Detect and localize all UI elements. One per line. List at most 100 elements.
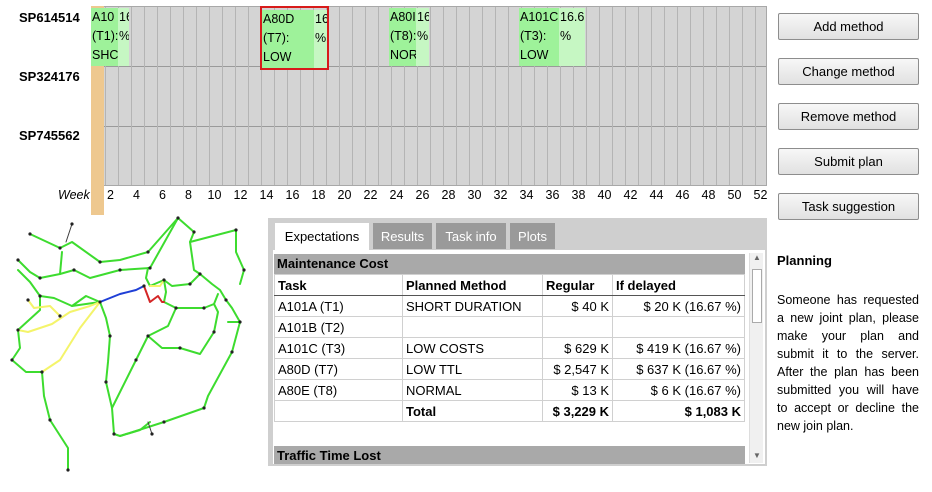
tab-expectations[interactable]: Expectations [275, 223, 369, 250]
cell-total-delayed: $ 1,083 K [612, 400, 745, 422]
cell-task: A80D (T7) [274, 358, 403, 380]
week-column-line [742, 7, 743, 185]
cell-task: A101C (T3) [274, 337, 403, 359]
week-tick-label: 48 [701, 188, 716, 202]
change-method-button[interactable]: Change method [778, 58, 919, 85]
maintenance-cost-heading: Maintenance Cost [274, 254, 745, 274]
week-column-line [443, 7, 444, 185]
week-tick-label: 4 [133, 188, 140, 202]
traffic-time-lost-heading: Traffic Time Lost [274, 446, 745, 464]
vertical-scrollbar[interactable]: ▲ ▼ [749, 253, 763, 463]
road-network-map[interactable] [0, 212, 262, 478]
road-segment[interactable] [65, 223, 73, 243]
task-suggestion-button[interactable]: Task suggestion [778, 193, 919, 220]
week-column-line [157, 7, 158, 185]
add-method-button[interactable]: Add method [778, 13, 919, 40]
week-tick-label: 40 [597, 188, 612, 202]
cell-method: LOW COSTS [402, 337, 543, 359]
table-row[interactable]: A101B (T2) [274, 316, 745, 338]
column-header: Regular [542, 274, 613, 296]
table-row[interactable]: A80D (T7) LOW TTL $ 2,547 K $ 637 K (16.… [274, 358, 745, 380]
road-segment[interactable] [189, 241, 241, 323]
table-header-row: Task Planned Method Regular If delayed [274, 274, 745, 296]
cell-delayed: $ 6 K (16.67 %) [612, 379, 745, 401]
week-column-line [651, 7, 652, 185]
tab-results[interactable]: Results [373, 223, 432, 249]
week-tick-label: 24 [389, 188, 404, 202]
cell-delayed [612, 316, 745, 338]
submit-plan-button[interactable]: Submit plan [778, 148, 919, 175]
week-axis-label: Week [58, 188, 90, 202]
row-label-sp745562: SP745562 [19, 128, 80, 143]
week-tick-label: 20 [337, 188, 352, 202]
week-column-line [131, 7, 132, 185]
task-name: A80I (T8): NOR [389, 8, 418, 66]
week-axis: Week 2 4 6 8 10 12 14 16 18 20 22 24 26 28 30 32 34 36 38 4… [0, 188, 780, 204]
week-column-line [378, 7, 379, 185]
table-row[interactable]: A101A (T1) SHORT DURATION $ 40 K $ 20 K … [274, 295, 745, 317]
week-column-line [235, 7, 236, 185]
week-column-line [612, 7, 613, 185]
week-column-line [482, 7, 483, 185]
road-segment[interactable] [27, 299, 61, 317]
road-segment[interactable] [59, 251, 63, 275]
week-tick-label: 14 [259, 188, 274, 202]
week-column-line [352, 7, 353, 185]
task-block-a80e[interactable]: A80I (T8): NOR 16 % [389, 6, 429, 66]
table-row[interactable]: A80E (T8) NORMAL $ 13 K $ 6 K (16.67 %) [274, 379, 745, 401]
table-row[interactable]: A101C (T3) LOW COSTS $ 629 K $ 419 K (16… [274, 337, 745, 359]
week-tick-label: 32 [493, 188, 508, 202]
road-segment[interactable] [145, 267, 201, 287]
week-column-line [677, 7, 678, 185]
scroll-down-icon[interactable]: ▼ [750, 451, 764, 463]
column-header: If delayed [612, 274, 745, 296]
week-column-line [144, 7, 145, 185]
tab-task-info[interactable]: Task info [436, 223, 506, 249]
week-column-line [430, 7, 431, 185]
planning-message: Someone has requested a new joint plan, … [777, 293, 919, 433]
road-segment[interactable] [119, 421, 151, 437]
column-header: Planned Method [402, 274, 543, 296]
gantt-chart[interactable] [91, 6, 767, 186]
week-tick-label: 22 [363, 188, 378, 202]
week-column-line [248, 7, 249, 185]
cell-regular [542, 316, 613, 338]
week-tick-label: 36 [545, 188, 560, 202]
column-header: Task [274, 274, 403, 296]
road-segment[interactable] [147, 303, 219, 355]
road-segment[interactable] [147, 421, 153, 435]
task-block-a101a[interactable]: A10 (T1): SHC DUR 16 % [91, 6, 129, 66]
task-block-a80d-selected[interactable]: A80D (T7): LOW TTL 16 % [260, 6, 329, 70]
week-column-line [625, 7, 626, 185]
road-segment[interactable] [17, 217, 179, 279]
road-segment[interactable] [143, 285, 165, 303]
cell-delayed: $ 20 K (16.67 %) [612, 295, 745, 317]
task-name: A80D (T7): LOW TTL [262, 10, 314, 68]
cell-delayed: $ 419 K (16.67 %) [612, 337, 745, 359]
planning-title: Planning [777, 253, 832, 268]
week-column-line [508, 7, 509, 185]
row-label-sp614514: SP614514 [19, 10, 80, 25]
remove-method-button[interactable]: Remove method [778, 103, 919, 130]
cell-total-regular: $ 3,229 K [542, 400, 613, 422]
scrollbar-thumb[interactable] [752, 269, 762, 323]
road-segment[interactable] [99, 285, 145, 303]
week-column-line [170, 7, 171, 185]
week-tick-label: 12 [233, 188, 248, 202]
week-column-line [469, 7, 470, 185]
scroll-up-icon[interactable]: ▲ [750, 253, 764, 265]
week-tick-label: 30 [467, 188, 482, 202]
week-column-line [729, 7, 730, 185]
week-column-line [222, 7, 223, 185]
tab-plots[interactable]: Plots [510, 223, 555, 249]
cell-regular: $ 40 K [542, 295, 613, 317]
task-block-a101c[interactable]: A101C (T3): LOW COST 16.6 % [519, 6, 585, 66]
road-segment[interactable] [111, 307, 177, 409]
cell-method: SHORT DURATION [402, 295, 543, 317]
week-tick-label: 52 [753, 188, 768, 202]
maintenance-cost-table: Task Planned Method Regular If delayed A… [274, 274, 745, 422]
task-percent: 16.6 % [559, 8, 585, 66]
cell-regular: $ 2,547 K [542, 358, 613, 380]
cell-task: A80E (T8) [274, 379, 403, 401]
week-tick-label: 42 [623, 188, 638, 202]
